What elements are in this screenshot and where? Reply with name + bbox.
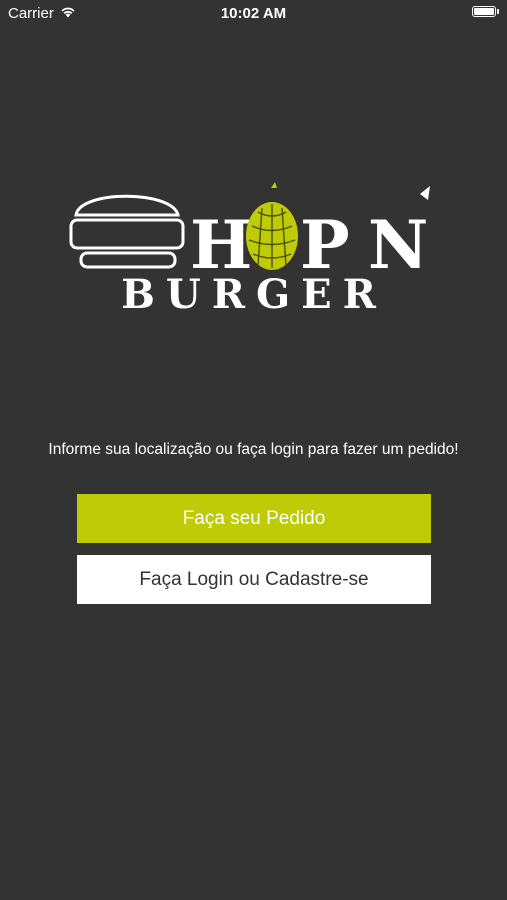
burger-icon [69,194,185,269]
instruction-message: Informe sua localização ou faça login pa… [48,441,459,458]
status-right [472,6,499,17]
hop-n-burger-logo: H P N BURGER [68,182,440,314]
battery-fill [474,8,494,15]
status-bar: Carrier 10:02 AM [0,0,507,28]
svg-text:BURGER: BURGER [121,271,387,314]
battery-icon [472,6,496,17]
hop-cone-icon [246,182,298,270]
login-register-button[interactable]: Faça Login ou Cadastre-se [77,555,431,604]
order-button[interactable]: Faça seu Pedido [77,494,431,543]
status-time: 10:02 AM [220,5,287,22]
battery-tip [497,9,499,14]
